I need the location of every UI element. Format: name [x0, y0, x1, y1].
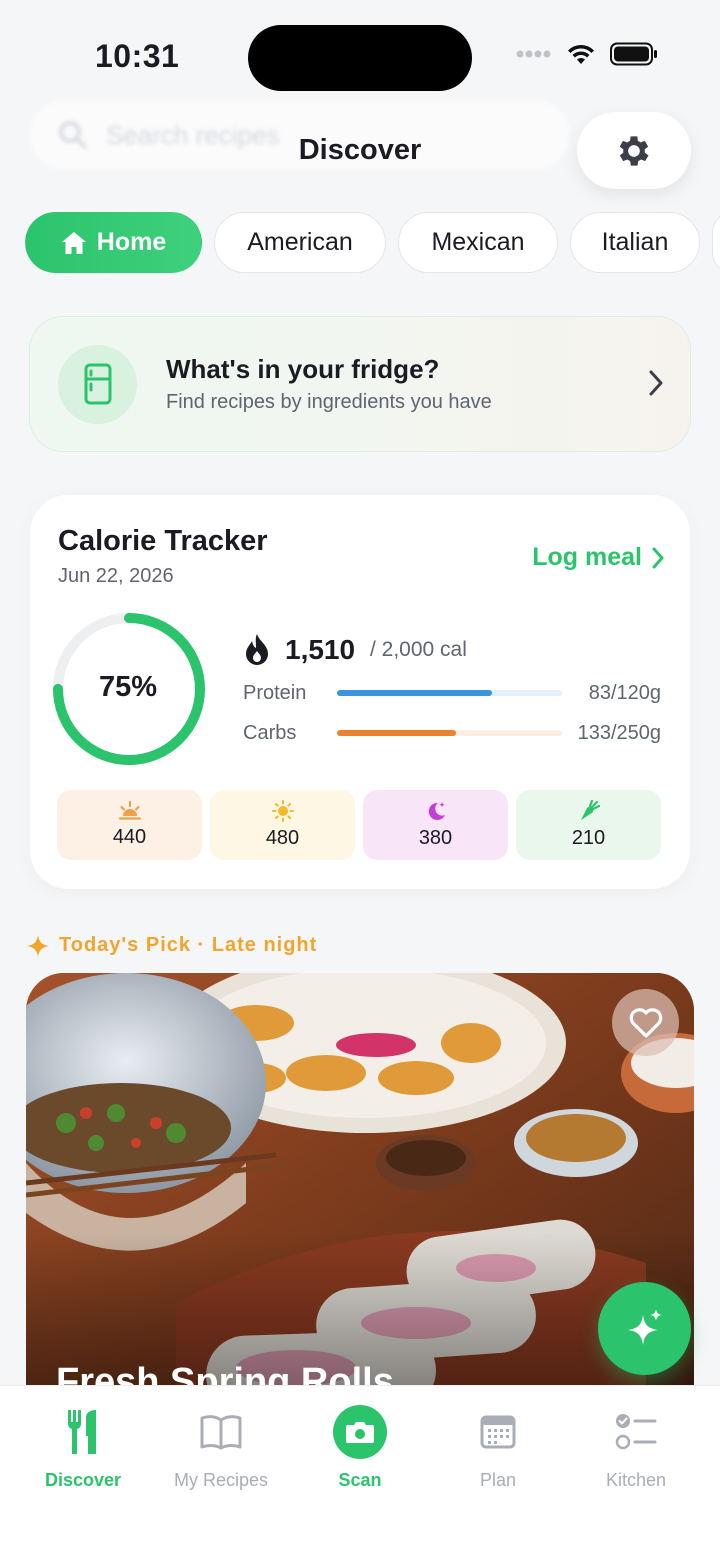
meal-calories: 380 — [418, 827, 453, 849]
fridge-icon-badge — [58, 344, 137, 424]
calorie-tracker-title: Calorie Tracker — [58, 525, 268, 557]
nav-label: My Recipes — [173, 1470, 269, 1490]
carbs-bar — [337, 730, 562, 736]
flame-icon — [246, 634, 268, 665]
book-icon — [200, 1415, 242, 1450]
settings-button[interactable] — [577, 112, 691, 189]
nav-my-recipes[interactable]: My Recipes — [151, 1406, 291, 1491]
chip-label: American — [247, 228, 353, 256]
nav-discover[interactable]: Discover — [13, 1406, 153, 1491]
protein-bar — [337, 690, 562, 696]
fork-knife-icon — [67, 1410, 96, 1454]
carbs-bar-fill — [337, 730, 457, 736]
log-meal-label: Log meal — [532, 543, 642, 571]
status-time: 10:31 — [95, 38, 180, 74]
recipe-card[interactable]: Fresh Spring Rolls — [26, 973, 694, 1443]
camera-icon — [346, 1422, 374, 1443]
gear-icon — [619, 135, 649, 166]
checklist-icon — [615, 1414, 657, 1450]
ai-assistant-button[interactable] — [598, 1282, 691, 1375]
nav-label: Kitchen — [605, 1470, 667, 1490]
meal-calories: 210 — [571, 827, 606, 849]
chip-label: Italian — [601, 228, 669, 256]
wifi-icon — [568, 44, 594, 64]
log-meal-button[interactable]: Log meal — [532, 543, 664, 572]
nav-plan[interactable]: Plan — [428, 1406, 568, 1491]
fridge-title: What's in your fridge? — [166, 354, 440, 384]
chevron-right-icon — [649, 370, 663, 396]
meal-dinner[interactable]: 380 — [363, 790, 508, 860]
macro-value-protein: 83/120g — [588, 682, 661, 704]
sparkles-icon — [627, 1308, 662, 1345]
fridge-subtitle: Find recipes by ingredients you have — [166, 391, 492, 413]
calorie-tracker-date: Jun 22, 2026 — [58, 565, 174, 587]
nav-scan[interactable]: Scan — [290, 1405, 430, 1491]
status-indicators — [516, 42, 658, 66]
calories-goal: / 2,000 cal — [370, 638, 467, 661]
heart-icon — [629, 1007, 662, 1038]
todays-pick-label: Today's Pick · Late night — [27, 934, 317, 957]
calorie-progress-percent: 75% — [98, 671, 158, 703]
nav-kitchen[interactable]: Kitchen — [566, 1406, 706, 1491]
cellular-icon — [516, 50, 551, 58]
protein-bar-fill — [337, 690, 493, 696]
category-chips: Home American Mexican Italian — [25, 212, 720, 273]
bottom-nav: Discover My Recipes Scan Plan Kitchen — [0, 1385, 720, 1565]
sunrise-icon — [118, 801, 141, 820]
nav-label: Plan — [479, 1470, 517, 1490]
calorie-tracker-card: Calorie Tracker Jun 22, 2026 Log meal 75… — [30, 495, 690, 889]
scan-button — [333, 1405, 387, 1459]
macro-value-carbs: 133/250g — [577, 722, 661, 744]
calendar-icon — [480, 1415, 516, 1449]
carrot-icon — [580, 800, 600, 820]
meal-calories: 440 — [112, 826, 147, 848]
macro-label-protein: Protein — [243, 682, 307, 704]
chip-home[interactable]: Home — [25, 212, 202, 273]
favorite-button[interactable] — [612, 989, 679, 1056]
chip-italian[interactable]: Italian — [570, 212, 700, 273]
meal-breakfast[interactable]: 440 — [57, 790, 202, 860]
battery-icon — [610, 42, 657, 66]
macro-label-carbs: Carbs — [243, 722, 297, 744]
todays-pick-text: Today's Pick · Late night — [59, 934, 318, 956]
nav-label: Scan — [338, 1470, 382, 1490]
meal-lunch[interactable]: 480 — [210, 790, 355, 860]
meal-calories: 480 — [265, 827, 300, 849]
home-icon — [61, 231, 86, 254]
nav-label: Discover — [44, 1470, 122, 1490]
moon-icon — [428, 802, 445, 820]
meal-snack[interactable]: 210 — [516, 790, 661, 860]
dynamic-island — [248, 25, 472, 91]
sun-icon — [271, 800, 294, 822]
fridge-icon — [84, 363, 111, 405]
chip-label: Mexican — [431, 228, 525, 256]
meal-summary: 440 480 380 210 — [57, 790, 661, 860]
chip-american[interactable]: American — [214, 212, 386, 273]
calories-consumed: 1,510 — [285, 634, 356, 665]
sparkle-icon — [27, 934, 49, 957]
chip-mexican[interactable]: Mexican — [398, 212, 558, 273]
chip-label: Home — [96, 228, 167, 256]
chevron-right-icon — [652, 547, 664, 568]
fridge-card[interactable]: What's in your fridge? Find recipes by i… — [29, 316, 691, 452]
chip-more[interactable] — [712, 212, 720, 273]
